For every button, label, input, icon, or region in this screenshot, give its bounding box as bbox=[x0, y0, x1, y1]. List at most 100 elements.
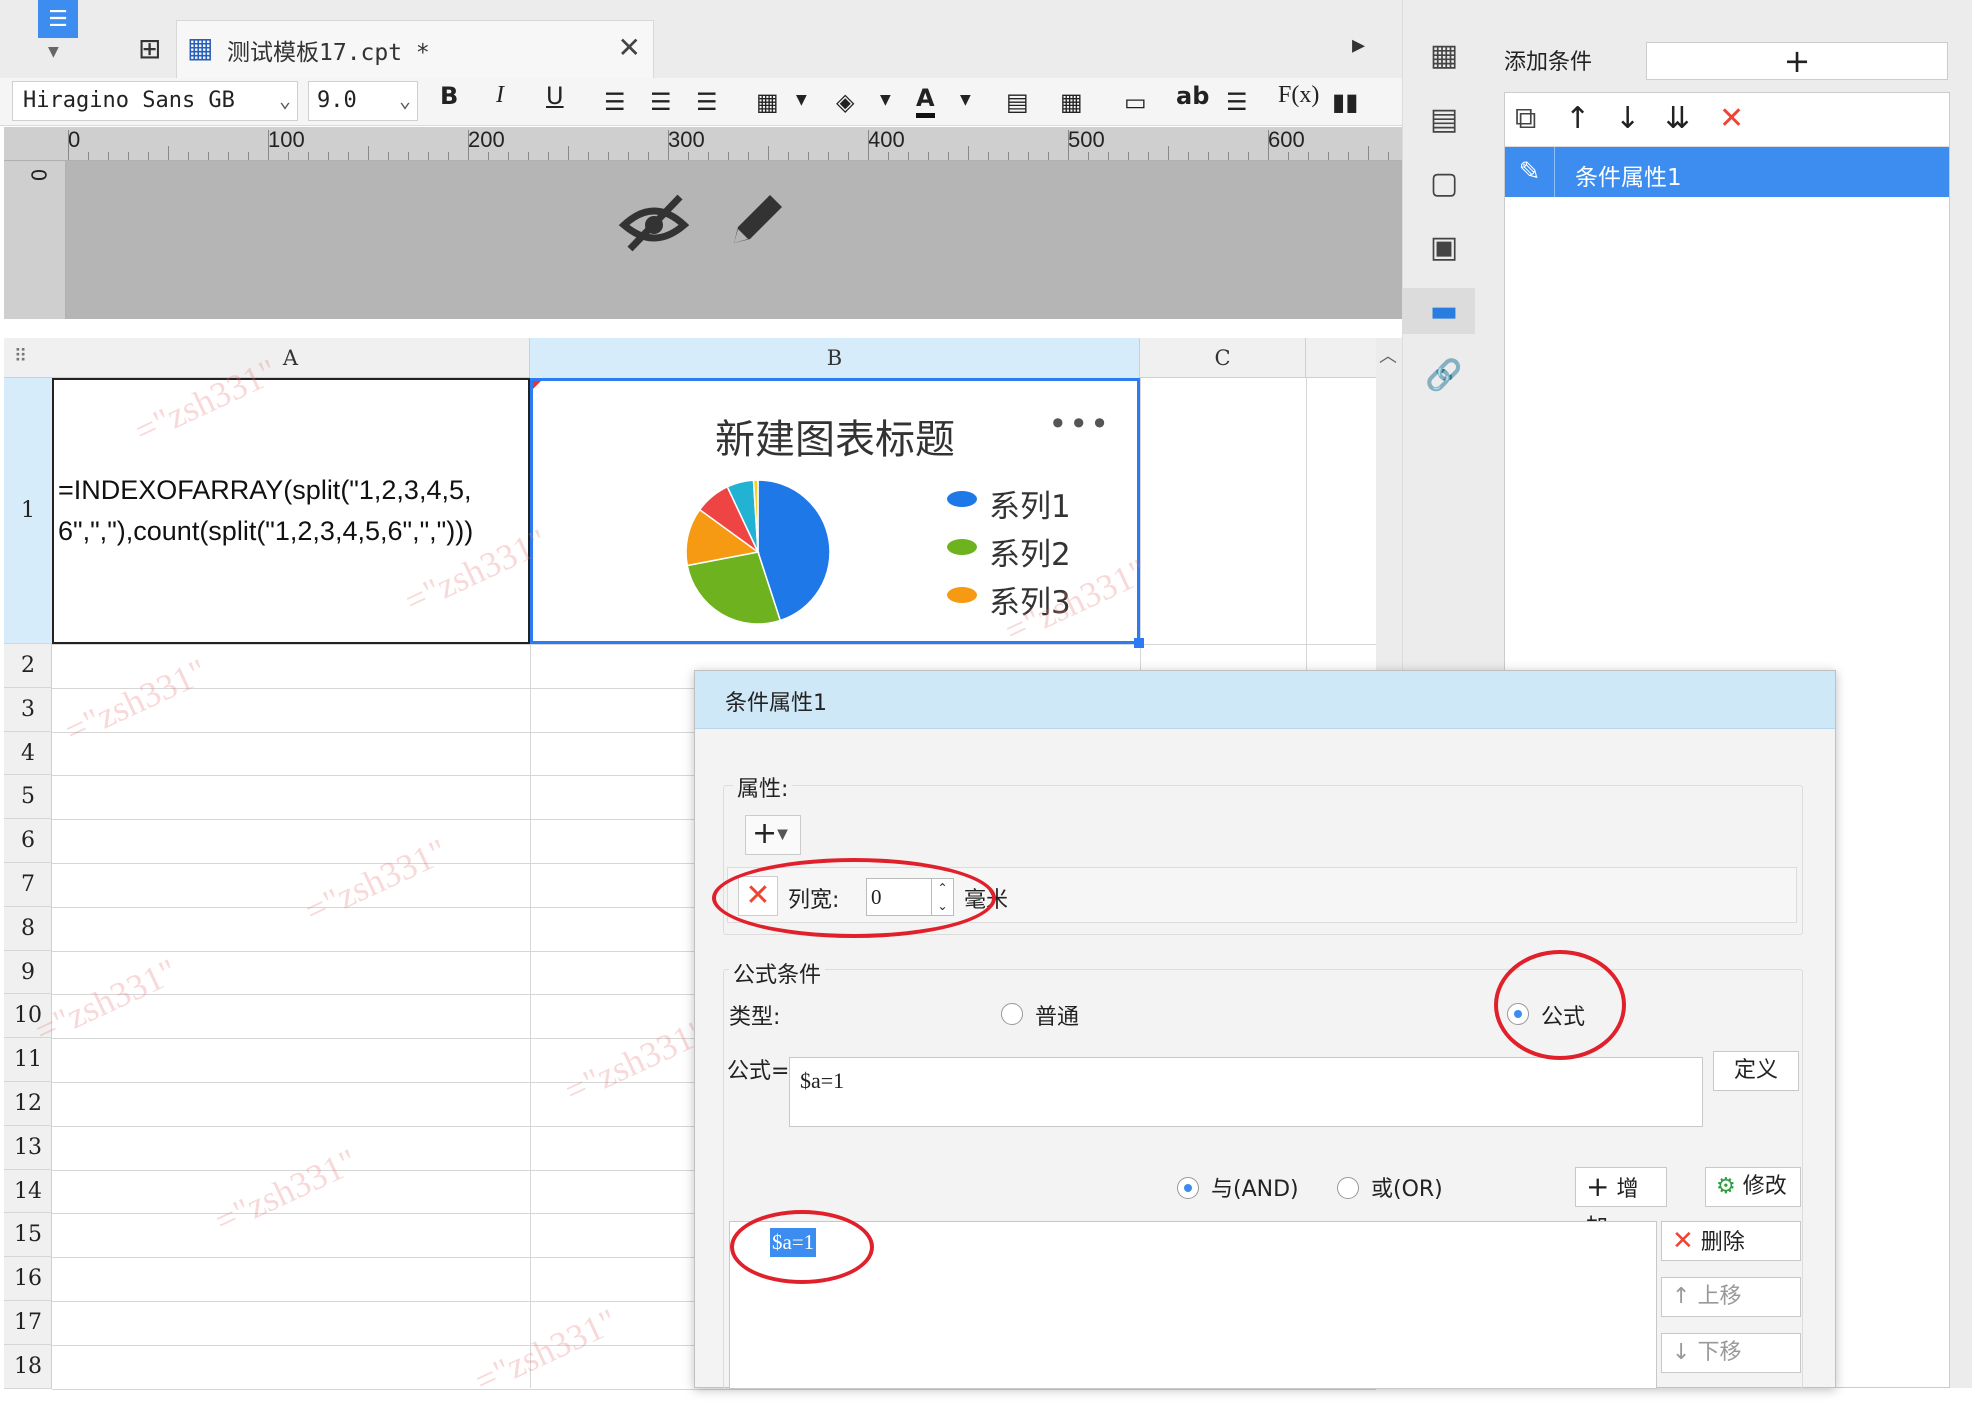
condition-attribute-icon[interactable]: ▬ bbox=[1423, 290, 1465, 332]
fill-dropdown-icon[interactable]: ▼ bbox=[880, 92, 891, 132]
move-up-icon[interactable]: ↑ bbox=[1565, 101, 1590, 136]
freeze-panes-icon[interactable]: ▦ bbox=[1423, 34, 1465, 76]
ruler-tick bbox=[848, 152, 849, 160]
add-condition-button[interactable]: + 增加 bbox=[1575, 1167, 1667, 1240]
cell-frame-icon[interactable]: ▢ bbox=[1423, 162, 1465, 204]
align-center-icon[interactable]: ☰ bbox=[650, 82, 672, 122]
row-header-11[interactable]: 11 bbox=[4, 1038, 52, 1082]
cell-a1[interactable]: =INDEXOFARRAY(split("1,2,3,4,5, 6",","),… bbox=[52, 378, 530, 644]
arrow-down-icon: ↓ bbox=[1672, 1340, 1691, 1365]
row-header-17[interactable]: 17 bbox=[4, 1301, 52, 1345]
border-dropdown-icon[interactable]: ▼ bbox=[796, 92, 807, 132]
font-color-icon[interactable]: A bbox=[916, 82, 935, 118]
move-down-icon[interactable]: ↓ bbox=[1615, 101, 1640, 136]
ruler-tick bbox=[548, 152, 549, 160]
border-icon[interactable]: ▦ bbox=[756, 82, 779, 122]
chart-more-icon[interactable]: ••• bbox=[1048, 405, 1111, 443]
font-family-select[interactable]: Hiragino Sans GB ⌄ bbox=[12, 81, 298, 121]
row-header-2[interactable]: 2 bbox=[4, 644, 52, 688]
column-header-b[interactable]: B bbox=[530, 338, 1140, 378]
row-header-10[interactable]: 10 bbox=[4, 994, 52, 1039]
row-header-6[interactable]: 6 bbox=[4, 819, 52, 863]
row-header-8[interactable]: 8 bbox=[4, 907, 52, 951]
unmerge-cells-icon[interactable]: ▦ bbox=[1060, 82, 1083, 122]
hide-eye-icon[interactable] bbox=[618, 189, 690, 255]
underline-button[interactable]: U bbox=[546, 82, 564, 122]
row-header-15[interactable]: 15 bbox=[4, 1213, 52, 1258]
row-header-4[interactable]: 4 bbox=[4, 732, 52, 776]
column-width-input[interactable]: 0 bbox=[866, 878, 932, 916]
grid-template-icon[interactable]: ⊞ bbox=[138, 32, 161, 65]
modify-condition-button[interactable]: ⚙ 修改 bbox=[1705, 1167, 1801, 1207]
text-field-icon[interactable]: ▭ bbox=[1124, 82, 1147, 122]
column-width-stepper[interactable]: ⌃ ⌄ bbox=[932, 878, 954, 916]
ruler-tick bbox=[668, 130, 669, 160]
delete-attribute-icon[interactable]: ✕ bbox=[738, 876, 778, 916]
formula-input[interactable]: $a=1 bbox=[789, 1057, 1703, 1127]
row-header-5[interactable]: 5 bbox=[4, 775, 52, 820]
move-bottom-icon[interactable]: ⇊ bbox=[1665, 101, 1690, 136]
widget-icon[interactable]: ▣ bbox=[1423, 226, 1465, 268]
delete-icon[interactable]: ✕ bbox=[1719, 101, 1744, 136]
edit-pencil-icon[interactable]: ✎ bbox=[1505, 147, 1555, 197]
and-radio[interactable] bbox=[1177, 1177, 1199, 1199]
tab-menu-icon[interactable]: ▸ bbox=[1352, 30, 1365, 60]
ruler-tick bbox=[1048, 152, 1049, 160]
add-attribute-button[interactable]: +▼ bbox=[745, 815, 801, 855]
scroll-up-icon[interactable]: ︿ bbox=[1379, 342, 1397, 368]
align-left-icon[interactable]: ☰ bbox=[604, 82, 626, 122]
cell-attributes-icon[interactable]: ▤ bbox=[1423, 98, 1465, 140]
legend-marker bbox=[947, 539, 977, 555]
preview-dropdown-icon[interactable]: ▼ bbox=[48, 44, 59, 60]
delete-condition-button[interactable]: ✕ 删除 bbox=[1661, 1221, 1801, 1261]
add-condition-button[interactable]: + bbox=[1646, 42, 1948, 80]
edit-pencil-icon[interactable] bbox=[724, 187, 790, 253]
type-formula-radio[interactable] bbox=[1507, 1003, 1529, 1025]
move-down-button[interactable]: ↓ 下移 bbox=[1661, 1333, 1801, 1373]
row-header-9[interactable]: 9 bbox=[4, 951, 52, 995]
ruler-tick bbox=[708, 152, 709, 160]
row-header-16[interactable]: 16 bbox=[4, 1257, 52, 1301]
row-header-12[interactable]: 12 bbox=[4, 1082, 52, 1126]
preview-icon[interactable]: ☰ bbox=[38, 0, 78, 38]
formula-button[interactable]: F(x) bbox=[1278, 82, 1319, 122]
condition-expression-item[interactable]: $a=1 bbox=[770, 1228, 817, 1257]
font-size-select[interactable]: 9.0 ⌄ bbox=[308, 81, 418, 121]
ruler-tick bbox=[1028, 152, 1029, 160]
row-header-3[interactable]: 3 bbox=[4, 688, 52, 732]
row-header-1[interactable]: 1 bbox=[4, 378, 52, 644]
text-style-button[interactable]: ab bbox=[1176, 82, 1209, 122]
fill-color-icon[interactable]: ◈ bbox=[836, 82, 854, 122]
row-header-7[interactable]: 7 bbox=[4, 863, 52, 907]
condition-item[interactable]: ✎ 条件属性1 bbox=[1505, 147, 1949, 197]
type-normal-radio[interactable] bbox=[1001, 1003, 1023, 1025]
ruler-tick bbox=[528, 152, 529, 160]
column-header-a[interactable]: A bbox=[52, 338, 530, 378]
row-header-14[interactable]: 14 bbox=[4, 1170, 52, 1214]
ruler-tick bbox=[228, 152, 229, 160]
font-color-dropdown-icon[interactable]: ▼ bbox=[960, 92, 971, 132]
align-right-icon[interactable]: ☰ bbox=[696, 82, 718, 122]
column-header-c[interactable]: C bbox=[1140, 338, 1306, 378]
ruler-tick bbox=[1388, 152, 1389, 160]
row-header-13[interactable]: 13 bbox=[4, 1126, 52, 1170]
bold-button[interactable]: B bbox=[440, 82, 458, 122]
hyperlink-icon[interactable]: 🔗 bbox=[1423, 354, 1465, 396]
italic-button[interactable]: I bbox=[496, 82, 504, 122]
or-radio[interactable] bbox=[1337, 1177, 1359, 1199]
move-up-button[interactable]: ↑ 上移 bbox=[1661, 1277, 1801, 1317]
paragraph-icon[interactable]: ☰ bbox=[1226, 82, 1248, 122]
selection-resize-handle[interactable] bbox=[1134, 638, 1144, 648]
cell-b1-chart[interactable]: 新建图表标题 ••• 系列1 系列2 系列3 bbox=[530, 378, 1144, 648]
copy-icon[interactable]: ⧉ bbox=[1515, 101, 1536, 136]
select-all-icon[interactable]: ⠿ bbox=[14, 346, 27, 367]
close-tab-icon[interactable]: ✕ bbox=[618, 31, 641, 64]
legend-item-series1: 系列1 bbox=[947, 481, 1071, 526]
insert-chart-icon[interactable]: ▮▮ bbox=[1332, 82, 1358, 122]
row-header-18[interactable]: 18 bbox=[4, 1345, 52, 1389]
define-button[interactable]: 定义 bbox=[1713, 1051, 1799, 1091]
modify-button-label: 修改 bbox=[1742, 1174, 1787, 1199]
document-tab[interactable]: ▦ 测试模板17.cpt * ✕ bbox=[176, 20, 654, 78]
merge-cells-icon[interactable]: ▤ bbox=[1006, 82, 1029, 122]
ruler-tick bbox=[1288, 152, 1289, 160]
